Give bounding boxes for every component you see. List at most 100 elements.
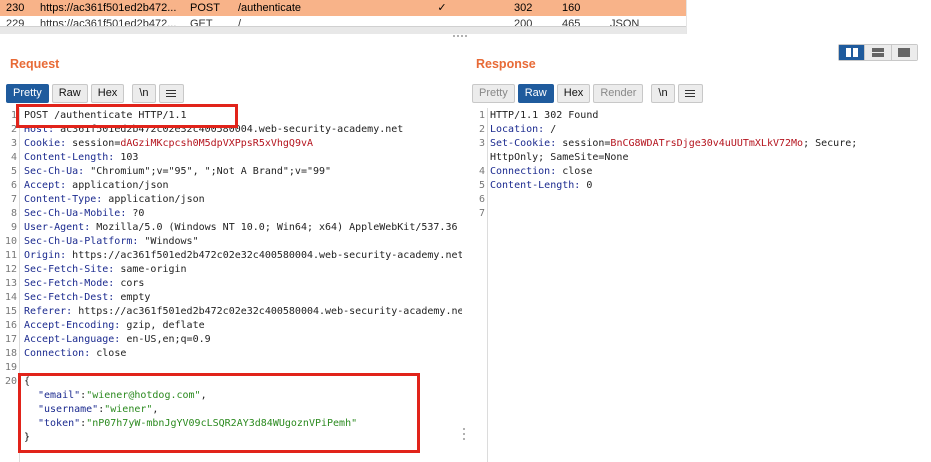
header-value: cors: [114, 278, 145, 289]
code-text: Sec-Fetch-Mode: cors: [24, 277, 144, 291]
menu-icon: [166, 89, 176, 98]
header-value: session=: [66, 138, 121, 149]
line-number: 1: [478, 110, 485, 121]
code-text: Origin: https://ac361f501ed2b472c02e32c4…: [24, 249, 462, 263]
row-length: 160: [562, 2, 581, 14]
code-line: 5 Sec-Ch-Ua: "Chromium";v="95", ";Not A B…: [0, 165, 462, 179]
splitter-grip-icon[interactable]: [462, 428, 466, 444]
single-pane-icon: [898, 48, 911, 57]
code-line: 4 Connection: close: [474, 165, 931, 179]
header-value: session=: [556, 138, 611, 149]
header-value: "Windows": [138, 236, 199, 247]
code-line: 7 Content-Type: application/json: [0, 193, 462, 207]
code-text: HTTP/1.1 302 Found: [490, 109, 598, 123]
code-line: 12 Sec-Fetch-Site: same-origin: [0, 263, 462, 277]
line-number: 7: [478, 208, 485, 219]
http-history-table: 230 https://ac361f501ed2b472... POST /au…: [0, 0, 931, 34]
columns-icon: [845, 48, 858, 57]
newline-toggle-button[interactable]: \n: [651, 84, 675, 103]
line-number: 10: [4, 236, 17, 247]
line-number: 6: [10, 180, 17, 191]
line-number: 1: [10, 110, 17, 121]
code-text: Connection: close: [24, 347, 126, 361]
vertical-splitter[interactable]: [465, 108, 469, 462]
side-by-side-layout-button[interactable]: [839, 45, 865, 60]
code-line: 4 Content-Length: 103: [0, 151, 462, 165]
tab-render[interactable]: Render: [593, 84, 644, 103]
code-text: Sec-Ch-Ua-Mobile: ?0: [24, 207, 144, 221]
line-number: 9: [10, 222, 17, 233]
request-title: Request: [10, 57, 60, 71]
line-number: 19: [4, 362, 17, 373]
header-name: Sec-Fetch-Mode:: [24, 278, 115, 289]
header-name: Connection:: [490, 166, 557, 177]
newline-toggle-button[interactable]: \n: [132, 84, 156, 103]
tab-hex[interactable]: Hex: [90, 84, 125, 103]
horizontal-scrollbar[interactable]: [0, 26, 686, 34]
table-row-selected[interactable]: 230 https://ac361f501ed2b472... POST /au…: [0, 0, 686, 16]
request-options-button[interactable]: [158, 84, 184, 103]
line-number: 14: [4, 292, 17, 303]
code-text: Referer: https://ac361f501ed2b472c02e32c…: [24, 305, 462, 319]
table-row[interactable]: 229 https://ac361f501ed2b472... GET / 20…: [0, 16, 686, 30]
line-number: 7: [10, 194, 17, 205]
header-name: Accept-Encoding:: [24, 320, 121, 331]
line-number: 11: [4, 250, 17, 261]
header-value: https://ac361f501ed2b472c02e32c400580004…: [66, 250, 462, 261]
header-value: 103: [114, 152, 139, 163]
header-name: Origin:: [24, 250, 67, 261]
code-line: HttpOnly; SameSite=None: [474, 151, 931, 165]
single-pane-layout-button[interactable]: [890, 45, 917, 60]
line-number: 13: [4, 278, 17, 289]
highlight-box-request-line: [16, 104, 238, 128]
line-number: 2: [10, 124, 17, 135]
header-value: application/json: [102, 194, 205, 205]
header-value: gzip, deflate: [120, 320, 205, 331]
code-text: Set-Cookie: session=BnCG8WDATrsDjge30v4u…: [490, 137, 857, 151]
tab-pretty[interactable]: Pretty: [472, 84, 515, 103]
header-name: Accept-Language:: [24, 334, 121, 345]
response-editor[interactable]: 1 HTTP/1.1 302 Found 2 Location: / 3 Set-Cook…: [474, 108, 931, 462]
highlight-box-json-body: [18, 373, 420, 453]
header-value: "Chromium";v="95", ";Not A Brand";v="99": [84, 166, 332, 177]
code-line: 10 Sec-Ch-Ua-Platform: "Windows": [0, 235, 462, 249]
header-value-tail: ; Secure;: [803, 138, 858, 149]
code-line: 17 Accept-Language: en-US,en;q=0.9: [0, 333, 462, 347]
tab-raw[interactable]: Raw: [51, 84, 88, 103]
line-number: 8: [10, 208, 17, 219]
response-title: Response: [476, 57, 536, 71]
splitter-grip-icon[interactable]: [453, 34, 467, 38]
code-text: Location: /: [490, 123, 556, 137]
code-line: 2 Location: /: [474, 123, 931, 137]
header-name: Location:: [490, 124, 545, 135]
layout-toggle: [838, 44, 918, 61]
tab-pretty[interactable]: Pretty: [6, 84, 49, 103]
code-text: Content-Type: application/json: [24, 193, 205, 207]
header-value: ?0: [126, 208, 145, 219]
header-name: Content-Length:: [24, 152, 115, 163]
code-line: 1 HTTP/1.1 302 Found: [474, 109, 931, 123]
header-name: Content-Type:: [24, 194, 103, 205]
response-view-tabs: Pretty Raw Hex Render \n: [472, 84, 703, 103]
header-value: Mozilla/5.0 (Windows NT 10.0; Win64; x64…: [90, 222, 458, 233]
header-name: Accept:: [24, 180, 67, 191]
code-text: Content-Length: 0: [490, 179, 592, 193]
header-name: Sec-Ch-Ua-Mobile:: [24, 208, 127, 219]
cookie-value: BnCG8WDATrsDjge30v4uUUTmXLkV72Mo: [610, 138, 804, 149]
menu-icon: [685, 89, 696, 98]
stacked-layout-button[interactable]: [864, 45, 891, 60]
code-line: 6: [474, 193, 931, 207]
code-line: 16 Accept-Encoding: gzip, deflate: [0, 319, 462, 333]
tab-hex[interactable]: Hex: [556, 84, 591, 103]
line-number: 17: [4, 334, 17, 345]
history-side-area: [686, 0, 931, 34]
response-options-button[interactable]: [677, 84, 703, 103]
header-value: close: [556, 166, 593, 177]
tab-raw[interactable]: Raw: [517, 84, 554, 103]
line-number: 4: [10, 152, 17, 163]
header-value: 0: [580, 180, 593, 191]
code-line: 14 Sec-Fetch-Dest: empty: [0, 291, 462, 305]
header-name: User-Agent:: [24, 222, 91, 233]
header-name: Sec-Ch-Ua:: [24, 166, 85, 177]
header-name: Cookie:: [24, 138, 67, 149]
